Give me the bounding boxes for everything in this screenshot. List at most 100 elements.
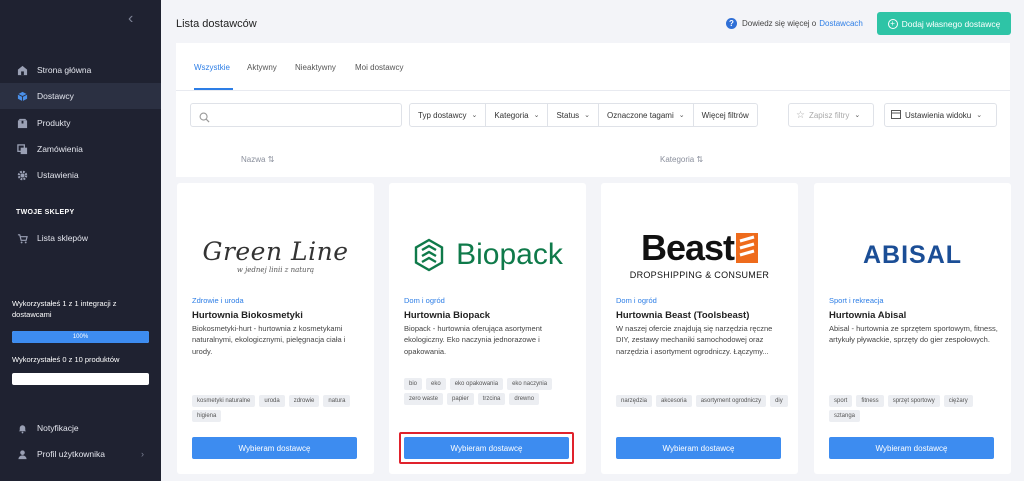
sidebar-item-shops[interactable]: Lista sklepów [0,225,161,251]
supplier-description: W naszej ofercie znajdują się narzędzia … [616,324,773,356]
plus-icon: + [887,18,898,29]
chevron-down-icon: ⌄ [471,112,478,119]
integration-usage-text: Wykorzystałeś 1 z 1 integracji z dostawc… [12,299,117,319]
choose-supplier-button[interactable]: Wybieram dostawcę [829,437,994,459]
help-link-suppliers[interactable]: Dostawcach [819,19,863,28]
tag-list: bio eko eko opakowania eko naczynia zero… [404,378,579,405]
supplier-card: Beast DROPSHIPPING & CONSUMER Dom i ogró… [601,183,798,474]
collapse-sidebar-icon[interactable]: ‹ [128,10,133,28]
tab-active[interactable]: Aktywny [247,63,277,72]
tag: kosmetyki naturalne [192,395,256,407]
logo-tagline: w jednej linii z naturą [236,265,315,274]
add-own-supplier-button[interactable]: + Dodaj własnego dostawcę [877,12,1011,35]
sidebar-item-settings[interactable]: Ustawienia [0,162,161,188]
chevron-down-icon: ⌄ [678,112,685,119]
sidebar-item-home[interactable]: Strona główna [0,57,161,83]
search-icon [199,110,210,128]
tab-all[interactable]: Wszystkie [194,63,230,72]
supplier-category: Dom i ogród [616,296,657,305]
column-header-name[interactable]: Nazwa ⇅ [241,155,274,164]
filter-status[interactable]: Status ⌄ [548,104,600,126]
save-filters-label: Zapisz filtry [808,110,850,120]
help-link-row: ? Dowiedz się więcej o Dostawcach [726,18,863,29]
tag: sztanga [829,410,861,422]
supplier-name: Hurtownia Beast (Toolsbeast) [616,310,750,321]
tag-list: sport fitness sprzęt sportowy ciężary sz… [829,395,1004,422]
save-filters-button[interactable]: ☆ Zapisz filtry ⌄ [788,103,874,127]
supplier-category: Sport i rekreacja [829,296,884,305]
view-settings-button[interactable]: Ustawienia widoku ⌄ [884,103,997,127]
supplier-description: Abisal - hurtownia ze sprzętem sportowym… [829,324,998,345]
bell-icon [16,422,28,434]
sidebar-item-label: Zamówienia [37,144,83,154]
search-input[interactable] [190,103,402,127]
supplier-description: Biokosmetyki-hurt - hurtownia z kosmetyk… [192,324,346,356]
orders-icon [16,143,28,155]
tag: fitness [856,395,884,407]
tab-inactive[interactable]: Nieaktywny [295,63,336,72]
user-icon [16,448,28,460]
supplier-name: Hurtownia Biopack [404,310,491,321]
logo-text: ABISAL [862,240,963,269]
integration-progress-bar: 100% [12,331,149,343]
sidebar-item-profile[interactable]: Profil użytkownika › [0,441,161,467]
supplier-name: Hurtownia Abisal [829,310,907,321]
tag: natura [323,395,351,407]
sidebar-item-suppliers[interactable]: Dostawcy [0,83,161,109]
choose-supplier-button[interactable]: Wybieram dostawcę [404,437,569,459]
filter-supplier-type[interactable]: Typ dostawcy ⌄ [410,104,487,126]
star-icon: ☆ [796,109,805,121]
logo-text: Biopack [456,238,563,271]
sidebar-item-label: Produkty [37,118,71,128]
chevron-down-icon: ⌄ [976,112,983,119]
filter-category[interactable]: Kategoria ⌄ [486,104,549,126]
question-icon: ? [726,18,737,29]
filter-group: Typ dostawcy ⌄ Kategoria ⌄ Status ⌄ Oznaczo… [409,103,758,127]
sidebar-item-orders[interactable]: Zamówienia [0,136,161,162]
tab-my-suppliers[interactable]: Moi dostawcy [355,63,403,72]
filter-more[interactable]: Więcej filtrów [694,104,757,126]
tag: sport [829,395,853,407]
tag: drewno [509,393,540,405]
tag: uroda [259,395,285,407]
logo-text: Beast [640,227,735,268]
tag: ciężary [943,395,973,407]
sidebar-item-label: Profil użytkownika [37,449,106,459]
home-icon [16,64,28,76]
tag: eko opakowania [449,378,504,390]
sort-icon: ⇅ [267,155,275,164]
biopack-logo-icon [414,238,444,272]
filter-tags[interactable]: Oznaczone tagami ⌄ [599,104,694,126]
sidebar-item-label: Lista sklepów [37,233,89,243]
product-progress-bar [12,373,149,385]
help-text: Dowiedz się więcej o [742,19,817,28]
supplier-card: ABISAL Sport i rekreacja Hurtownia Abisa… [814,183,1011,474]
tag: asortyment ogrodniczy [695,395,767,407]
column-header-category[interactable]: Kategoria ⇅ [660,155,703,164]
column-header-label: Kategoria [660,155,695,164]
tag: narzędzia [616,395,653,407]
tag: akcesoria [656,395,692,407]
box-icon [16,90,28,102]
tag: eko [426,378,446,390]
choose-supplier-button[interactable]: Wybieram dostawcę [192,437,357,459]
tag: bio [404,378,423,390]
sidebar-item-label: Strona główna [37,65,92,75]
beast-logo-mark [736,233,759,263]
tag-list: narzędzia akcesoria asortyment ogrodnicz… [616,395,791,407]
choose-supplier-button[interactable]: Wybieram dostawcę [616,437,781,459]
column-header-label: Nazwa [241,155,266,164]
supplier-card: Biopack Dom i ogród Hurtownia Biopack Bi… [389,183,586,474]
gear-icon [16,169,28,181]
sort-icon: ⇅ [696,155,704,164]
supplier-logo-beast: Beast DROPSHIPPING & CONSUMER [601,205,798,305]
sidebar-item-notifications[interactable]: Notyfikacje [0,415,161,441]
sidebar-item-label: Dostawcy [37,91,74,101]
sidebar-item-products[interactable]: Produkty [0,110,161,136]
chevron-down-icon: ⌄ [854,112,861,119]
tag-list: kosmetyki naturalne uroda zdrowie natura… [192,395,367,422]
logo-text: Green Line [202,236,349,266]
filter-label: Status [556,110,580,120]
page-title: Lista dostawców [176,18,257,30]
filter-label: Oznaczone tagami [607,110,674,120]
